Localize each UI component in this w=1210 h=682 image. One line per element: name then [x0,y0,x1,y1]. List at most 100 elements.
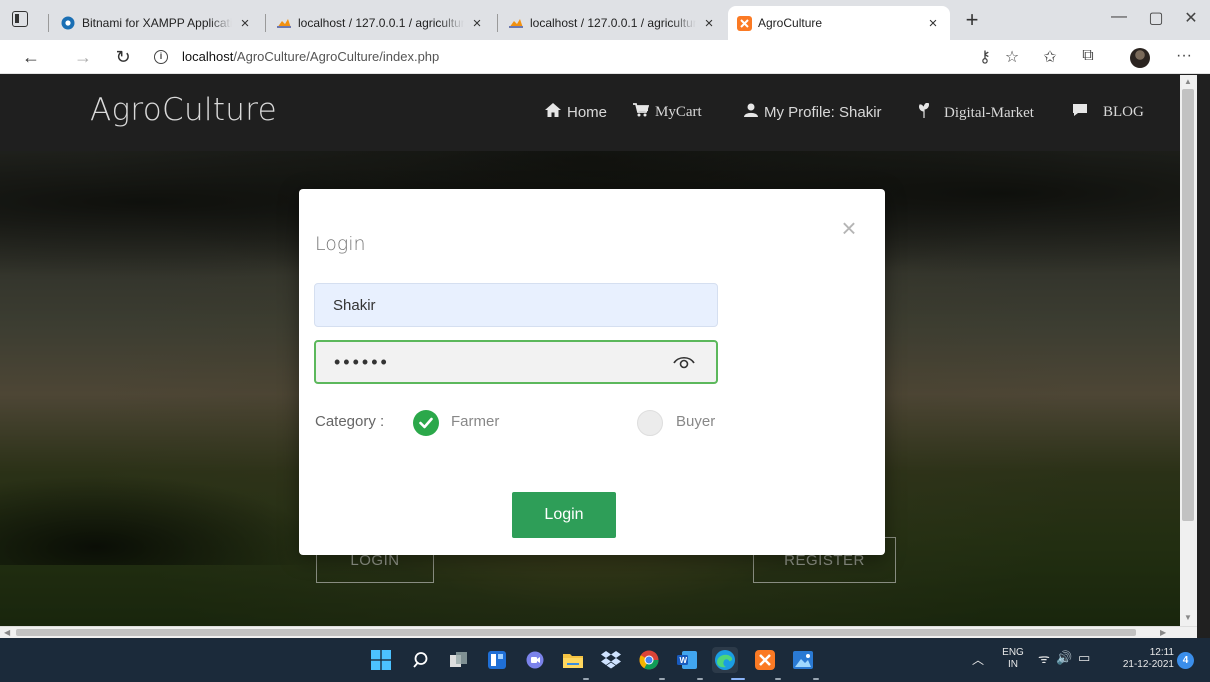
search-icon[interactable] [408,647,434,673]
horizontal-scrollbar[interactable]: ◀ ▶ [0,626,1197,638]
edge-icon[interactable] [712,647,738,673]
collections-icon[interactable]: ⧉ [1076,47,1100,65]
nav-home-label: Home [567,103,608,121]
tab-title: Bitnami for XAMPP Application M [82,16,232,30]
tab-title: localhost / 127.0.0.1 / agriculture [298,16,464,30]
farmer-radio[interactable] [413,410,439,436]
taskbar-active-indicator [731,678,745,680]
close-icon[interactable]: × [837,215,861,241]
buyer-radio[interactable] [637,410,663,436]
taskbar-active-indicator [659,678,665,680]
browser-tab-bitnami[interactable]: Bitnami for XAMPP Application M × [52,6,262,40]
nav-my-profile-label: My Profile: Shakir [764,103,882,121]
login-submit-button[interactable]: Login [512,492,616,538]
battery-icon[interactable]: ▭ [1078,651,1090,664]
nav-blog-label: BLOG [1103,104,1144,120]
tab-title: localhost / 127.0.0.1 / agricultur [530,16,696,30]
taskbar-active-indicator [775,678,781,680]
nav-digital-market[interactable]: Digital-Market [918,102,1034,123]
language-code: ENG [1002,647,1024,658]
minimize-button[interactable]: — [1104,8,1134,26]
photos-icon[interactable] [790,647,816,673]
nav-my-profile[interactable]: My Profile: Shakir [744,103,882,121]
vertical-scrollbar[interactable]: ▲ ▼ [1180,75,1197,626]
tab-actions-icon[interactable] [12,11,28,27]
password-input[interactable]: •••••• [314,340,718,384]
refresh-button[interactable]: ↻ [110,45,136,69]
nav-blog[interactable]: BLOG [1072,103,1144,122]
taskbar-active-indicator [697,678,703,680]
teams-chat-icon[interactable] [522,647,548,673]
forward-button[interactable]: → [70,45,96,69]
scrollbar-thumb[interactable] [1182,89,1194,521]
category-label: Category : [315,413,385,430]
scroll-up-icon[interactable]: ▲ [1184,77,1192,86]
leaf-icon [918,102,930,123]
windows-taskbar: W ︿ ENG IN ᯤ 🔊 ▭ 12:11 21-12-2021 4 [0,638,1210,682]
cart-icon [633,103,650,122]
horizontal-scrollbar-thumb[interactable] [16,629,1136,636]
maximize-button[interactable]: ▢ [1141,8,1171,28]
address-bar[interactable]: localhost/AgroCulture/AgroCulture/index.… [182,49,439,64]
tab-close-icon[interactable]: × [470,15,484,32]
profile-avatar[interactable] [1130,48,1150,68]
new-tab-button[interactable]: + [960,7,984,33]
nav-home[interactable]: Home [545,103,607,121]
show-password-eye-icon[interactable] [672,349,696,373]
language-region: IN [1008,659,1018,670]
url-host: localhost [182,49,234,64]
add-favorite-icon[interactable]: ☆ [1000,47,1024,67]
site-info-icon[interactable]: i [154,50,168,64]
clock-date: 21-12-2021 [1122,659,1174,670]
nav-mycart[interactable]: MyCart [633,103,702,122]
taskbar-active-indicator [583,678,589,680]
scroll-down-icon[interactable]: ▼ [1184,613,1192,622]
chrome-icon[interactable] [636,647,662,673]
close-window-button[interactable]: ✕ [1176,8,1206,28]
scroll-left-icon[interactable]: ◀ [4,628,10,637]
favorites-icon[interactable]: ✩ [1038,47,1062,67]
nav-digital-market-label: Digital-Market [944,104,1034,121]
task-view-icon[interactable] [446,647,472,673]
buyer-label[interactable]: Buyer [676,413,715,430]
login-modal: Login × Shakir •••••• Category : Farmer … [299,189,885,555]
tab-close-icon[interactable]: × [926,15,940,32]
widgets-icon[interactable] [484,647,510,673]
home-icon [545,103,561,121]
check-icon [419,417,433,429]
browser-toolbar: ← → ↻ i localhost/AgroCulture/AgroCultur… [0,40,1210,74]
clock[interactable]: 12:11 21-12-2021 [1110,647,1174,671]
nav-mycart-label: MyCart [655,104,702,120]
url-path: /AgroCulture/AgroCulture/index.php [233,49,440,64]
xampp-taskbar-icon[interactable] [752,647,778,673]
taskbar-active-indicator [813,678,819,680]
browser-tab-phpmyadmin-2[interactable]: localhost / 127.0.0.1 / agricultur × [500,6,726,40]
browser-tab-agroculture[interactable]: AgroCulture × [728,6,950,40]
tab-close-icon[interactable]: × [702,15,716,32]
dropbox-icon[interactable] [598,647,624,673]
phpmyadmin-icon [508,15,524,31]
wifi-icon[interactable]: ᯤ [1038,652,1050,665]
bitnami-icon [60,15,76,31]
scroll-right-icon[interactable]: ▶ [1160,628,1166,637]
comment-icon [1072,103,1088,122]
farmer-label[interactable]: Farmer [451,413,499,430]
browser-tab-strip: Bitnami for XAMPP Application M × localh… [0,0,1210,40]
notification-badge[interactable]: 4 [1177,652,1194,669]
show-hidden-icons-chevron-up-icon[interactable]: ︿ [972,654,984,666]
tab-separator [48,14,49,32]
clock-time: 12:11 [1149,647,1174,658]
language-indicator[interactable]: ENG IN [1000,647,1026,671]
word-icon[interactable]: W [674,647,700,673]
volume-icon[interactable]: 🔊 [1056,651,1072,664]
windows-start-icon[interactable] [368,647,394,673]
back-button[interactable]: ← [18,45,44,69]
tab-separator [497,14,498,32]
more-options-icon[interactable]: ··· [1172,47,1196,65]
key-icon[interactable]: ⚷ [973,47,997,67]
site-logo[interactable]: AgroCulture [90,92,277,128]
file-explorer-icon[interactable] [560,647,586,673]
tab-close-icon[interactable]: × [238,15,252,32]
browser-tab-phpmyadmin-1[interactable]: localhost / 127.0.0.1 / agriculture × [268,6,494,40]
username-input[interactable]: Shakir [314,283,718,327]
